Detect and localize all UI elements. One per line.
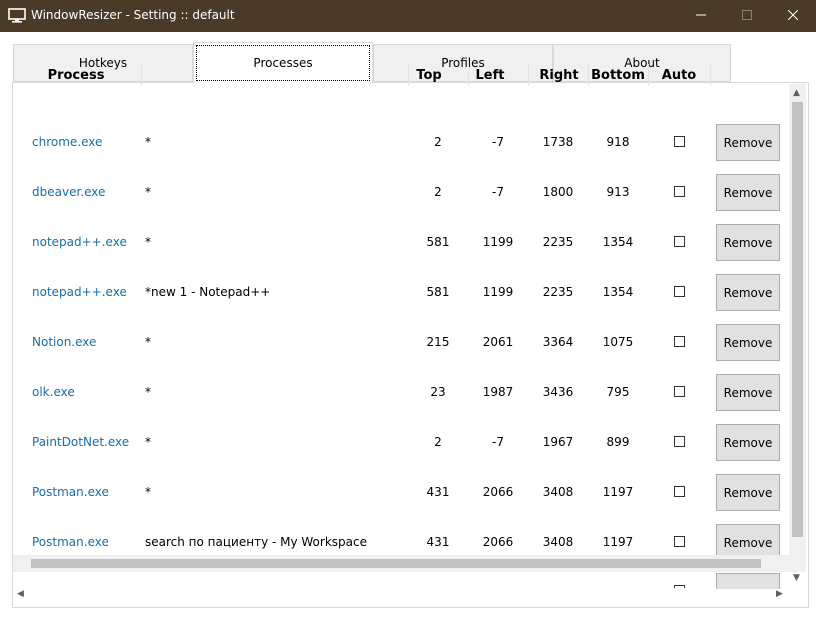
vertical-scrollbar-thumb[interactable] (792, 102, 803, 537)
process-link[interactable]: chrome.exe (32, 132, 142, 152)
scroll-right-icon[interactable]: ▶ (776, 589, 783, 599)
title-cell: * (145, 135, 151, 149)
auto-checkbox[interactable] (674, 336, 685, 347)
scroll-up-icon[interactable]: ▲ (793, 88, 800, 98)
right-cell: 3408 (542, 485, 574, 499)
auto-checkbox[interactable] (674, 236, 685, 247)
right-cell: 3436 (542, 385, 574, 399)
right-cell: 2235 (542, 285, 574, 299)
bottom-cell: 1354 (602, 285, 634, 299)
top-cell: 431 (426, 535, 450, 549)
process-link[interactable]: notepad++.exe (32, 232, 142, 252)
remove-button[interactable]: Remove (716, 124, 780, 161)
left-cell: -7 (492, 435, 504, 449)
process-link[interactable]: Postman.exe (32, 482, 142, 502)
title-cell: * (145, 385, 151, 399)
title-cell: * (145, 435, 151, 449)
auto-checkbox[interactable] (674, 436, 685, 447)
scroll-down-icon[interactable]: ▼ (793, 573, 800, 583)
bottom-cell: 918 (606, 135, 630, 149)
process-link[interactable]: Notion.exe (32, 332, 142, 352)
bottom-cell: 795 (606, 385, 630, 399)
bottom-cell: 913 (606, 185, 630, 199)
auto-checkbox[interactable] (674, 186, 685, 197)
right-cell: 1967 (542, 435, 574, 449)
column-header-left: Left (475, 67, 505, 83)
scroll-left-icon[interactable]: ◀ (17, 589, 24, 599)
top-cell: 2 (434, 135, 442, 149)
remove-button[interactable]: Remove (716, 324, 780, 361)
left-cell: 2066 (482, 485, 514, 499)
auto-checkbox[interactable] (674, 286, 685, 297)
right-cell: 2235 (542, 235, 574, 249)
maximize-icon (742, 9, 752, 23)
auto-checkbox[interactable] (674, 136, 685, 147)
top-cell: 431 (426, 485, 450, 499)
process-link[interactable]: olk.exe (32, 382, 142, 402)
tab-profiles[interactable]: Profiles (373, 44, 553, 82)
title-bar: WindowResizer - Setting :: default (0, 0, 816, 32)
top-cell: 2 (434, 435, 442, 449)
process-link[interactable]: notepad++.exe (32, 282, 142, 302)
top-cell: 215 (426, 335, 450, 349)
remove-button[interactable]: Remove (716, 174, 780, 211)
remove-button[interactable]: Remove (716, 274, 780, 311)
title-cell: * (145, 185, 151, 199)
right-cell: 3408 (542, 535, 574, 549)
right-cell: 3364 (542, 335, 574, 349)
left-cell: 1987 (482, 385, 514, 399)
remove-button[interactable]: Remove (716, 474, 780, 511)
left-cell: -7 (492, 185, 504, 199)
column-header-right: Right (539, 67, 579, 83)
remove-button-partial[interactable] (716, 573, 780, 589)
window-title: WindowResizer - Setting :: default (31, 8, 235, 22)
monitor-icon (8, 8, 26, 24)
auto-checkbox[interactable] (674, 536, 685, 547)
bottom-cell: 899 (606, 435, 630, 449)
bottom-cell: 1354 (602, 235, 634, 249)
remove-button[interactable]: Remove (716, 424, 780, 461)
top-cell: 23 (430, 385, 446, 399)
maximize-button[interactable] (724, 0, 770, 32)
title-cell: * (145, 335, 151, 349)
remove-button[interactable]: Remove (716, 374, 780, 411)
auto-checkbox[interactable] (674, 386, 685, 397)
bottom-cell: 1197 (602, 535, 634, 549)
bottom-cell: 1075 (602, 335, 634, 349)
window-client: Hotkeys Processes Profiles About (0, 32, 816, 618)
tab-processes[interactable]: Processes (193, 42, 373, 83)
horizontal-scrollbar-thumb[interactable] (31, 559, 761, 568)
left-cell: 1199 (482, 285, 514, 299)
column-header-bottom: Bottom (591, 67, 645, 83)
title-cell: *new 1 - Notepad++ (145, 285, 271, 299)
title-cell: * (145, 485, 151, 499)
top-cell: 2 (434, 185, 442, 199)
close-button[interactable] (770, 0, 816, 32)
column-header-auto: Auto (661, 67, 697, 83)
left-cell: 2061 (482, 335, 514, 349)
minimize-icon (696, 9, 706, 23)
top-cell: 581 (426, 285, 450, 299)
remove-button[interactable]: Remove (716, 224, 780, 261)
column-header-top: Top (416, 67, 442, 83)
bottom-cell: 1197 (602, 485, 634, 499)
close-icon (787, 9, 799, 23)
process-link[interactable]: PaintDotNet.exe (32, 432, 142, 452)
auto-checkbox-partial[interactable] (674, 585, 685, 588)
process-link[interactable]: Postman.exe (32, 532, 142, 552)
auto-checkbox[interactable] (674, 486, 685, 497)
left-cell: -7 (492, 135, 504, 149)
right-cell: 1738 (542, 135, 574, 149)
right-cell: 1800 (542, 185, 574, 199)
scrollbar-corner (789, 555, 806, 572)
column-header-process: Process (47, 67, 105, 83)
title-cell: search по пациенту - My Workspace (145, 535, 367, 549)
left-cell: 1199 (482, 235, 514, 249)
left-cell: 2066 (482, 535, 514, 549)
top-cell: 581 (426, 235, 450, 249)
minimize-button[interactable] (678, 0, 724, 32)
title-cell: * (145, 235, 151, 249)
process-link[interactable]: dbeaver.exe (32, 182, 142, 202)
